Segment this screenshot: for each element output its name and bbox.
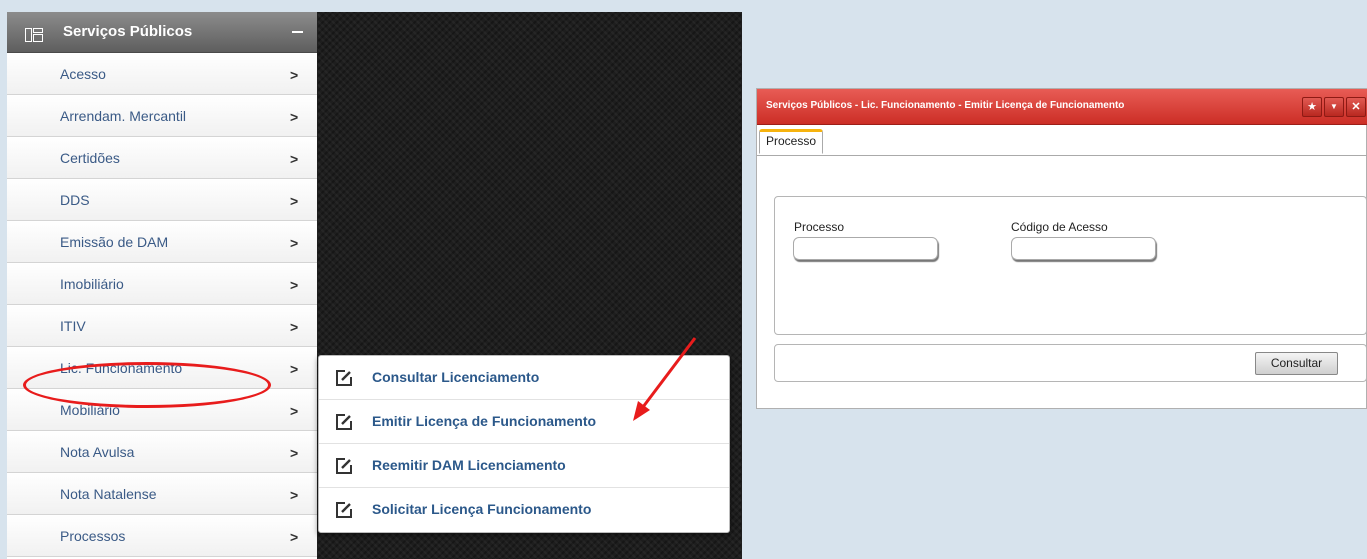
sidebar-item-imobiliario[interactable]: Imobiliário > bbox=[7, 263, 317, 305]
sidebar-item-certidoes[interactable]: Certidões > bbox=[7, 137, 317, 179]
sidebar-item-dds[interactable]: DDS > bbox=[7, 179, 317, 221]
sidebar-item-label: Certidões bbox=[60, 150, 120, 166]
sidebar-item-label: DDS bbox=[60, 192, 90, 208]
chevron-right-icon: > bbox=[290, 319, 299, 335]
processo-input[interactable] bbox=[793, 237, 938, 260]
chevron-right-icon: > bbox=[290, 445, 299, 461]
sidebar-item-label: Nota Natalense bbox=[60, 486, 157, 502]
edit-icon bbox=[336, 370, 352, 386]
chevron-down-icon[interactable]: ▼ bbox=[1324, 97, 1344, 117]
sidebar-item-processos[interactable]: Processos > bbox=[7, 515, 317, 557]
submenu-item-reemitir-dam[interactable]: Reemitir DAM Licenciamento bbox=[319, 444, 729, 488]
codigo-acesso-label: Código de Acesso bbox=[1011, 220, 1108, 234]
submenu-popup: Consultar Licenciamento Emitir Licença d… bbox=[318, 355, 730, 533]
submenu-item-label: Emitir Licença de Funcionamento bbox=[372, 413, 597, 429]
sidebar-header[interactable]: Serviços Públicos bbox=[7, 12, 317, 53]
chevron-right-icon: > bbox=[290, 487, 299, 503]
chevron-right-icon: > bbox=[290, 67, 299, 83]
star-icon[interactable]: ★ bbox=[1302, 97, 1322, 117]
close-icon[interactable]: ✕ bbox=[1346, 97, 1366, 117]
chevron-right-icon: > bbox=[290, 193, 299, 209]
chevron-right-icon: > bbox=[290, 109, 299, 125]
chevron-right-icon: > bbox=[290, 277, 299, 293]
sidebar-item-label: Imobiliário bbox=[60, 276, 124, 292]
emitir-licenca-dialog: Serviços Públicos - Lic. Funcionamento -… bbox=[756, 88, 1367, 409]
sidebar-item-acesso[interactable]: Acesso > bbox=[7, 53, 317, 95]
sidebar-item-label: Acesso bbox=[60, 66, 106, 82]
collapse-icon[interactable] bbox=[292, 31, 303, 33]
consultar-button[interactable]: Consultar bbox=[1255, 352, 1338, 375]
edit-icon bbox=[336, 458, 352, 474]
submenu-item-consultar-licenciamento[interactable]: Consultar Licenciamento bbox=[319, 356, 729, 400]
sidebar-item-nota-avulsa[interactable]: Nota Avulsa > bbox=[7, 431, 317, 473]
sidebar-item-label: Arrendam. Mercantil bbox=[60, 108, 187, 124]
sidebar-item-itiv[interactable]: ITIV > bbox=[7, 305, 317, 347]
chevron-right-icon: > bbox=[290, 403, 299, 419]
processo-label: Processo bbox=[794, 220, 845, 234]
action-bar: Consultar bbox=[774, 344, 1367, 382]
edit-icon bbox=[336, 502, 352, 518]
layout-icon bbox=[25, 28, 43, 42]
chevron-right-icon: > bbox=[290, 529, 299, 545]
chevron-right-icon: > bbox=[290, 151, 299, 167]
sidebar-item-label: Nota Avulsa bbox=[60, 444, 135, 460]
sidebar-item-label: Processos bbox=[60, 528, 126, 544]
codigo-acesso-input[interactable] bbox=[1011, 237, 1156, 260]
form-panel: Processo Código de Acesso bbox=[774, 196, 1367, 335]
tab-processo[interactable]: Processo bbox=[759, 129, 824, 154]
dialog-title: Serviços Públicos - Lic. Funcionamento -… bbox=[766, 100, 1125, 111]
dialog-titlebar[interactable]: Serviços Públicos - Lic. Funcionamento -… bbox=[757, 89, 1367, 125]
edit-icon bbox=[336, 414, 352, 430]
sidebar-item-emissao-dam[interactable]: Emissão de DAM > bbox=[7, 221, 317, 263]
sidebar-item-label: ITIV bbox=[60, 318, 86, 334]
sidebar-item-nota-natalense[interactable]: Nota Natalense > bbox=[7, 473, 317, 515]
submenu-item-label: Consultar Licenciamento bbox=[372, 369, 540, 385]
sidebar-title: Serviços Públicos bbox=[63, 23, 193, 40]
sidebar-menu: Serviços Públicos Acesso > Arrendam. Mer… bbox=[7, 12, 317, 559]
chevron-right-icon: > bbox=[290, 361, 299, 377]
sidebar-item-arrendam-mercantil[interactable]: Arrendam. Mercantil > bbox=[7, 95, 317, 137]
tab-bar: Processo bbox=[757, 129, 1367, 156]
chevron-right-icon: > bbox=[290, 235, 299, 251]
submenu-item-label: Reemitir DAM Licenciamento bbox=[372, 457, 566, 473]
submenu-item-solicitar-licenca[interactable]: Solicitar Licença Funcionamento bbox=[319, 488, 729, 532]
submenu-item-emitir-licenca[interactable]: Emitir Licença de Funcionamento bbox=[319, 400, 729, 444]
sidebar-item-label: Emissão de DAM bbox=[60, 234, 169, 250]
submenu-item-label: Solicitar Licença Funcionamento bbox=[372, 501, 592, 517]
highlight-ellipse-annotation bbox=[23, 362, 271, 408]
left-screenshot: Serviços Públicos Acesso > Arrendam. Mer… bbox=[7, 12, 742, 559]
